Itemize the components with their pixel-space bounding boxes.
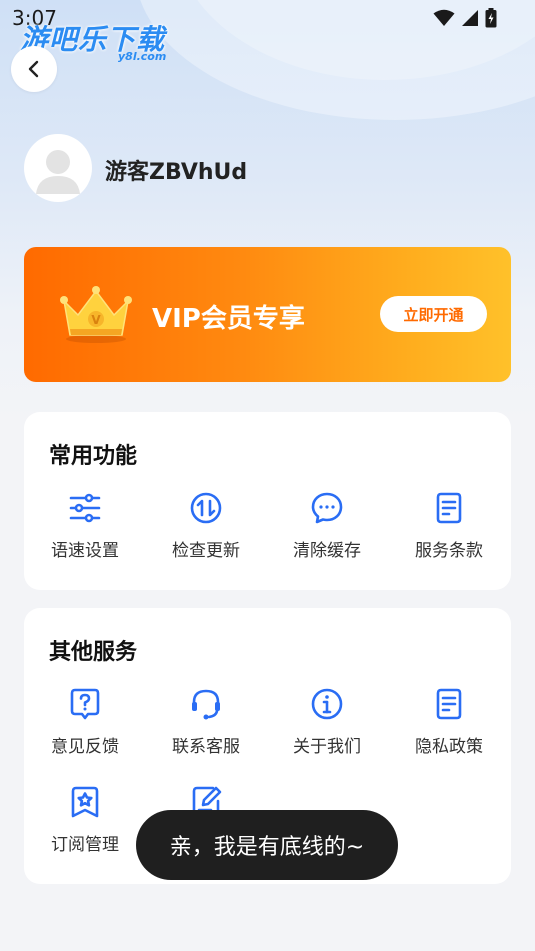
vip-activate-button[interactable]: 立即开通: [380, 296, 487, 332]
avatar[interactable]: [24, 134, 92, 202]
menu-item-feedback[interactable]: 意见反馈: [25, 686, 145, 757]
menu-item-about-us[interactable]: 关于我们: [267, 686, 387, 757]
menu-item-subscription-management[interactable]: 订阅管理: [25, 784, 145, 855]
menu-item-label: 检查更新: [172, 541, 240, 561]
vip-title: VIP会员专享: [152, 304, 305, 334]
svg-text:V: V: [91, 313, 101, 327]
document-icon: [436, 492, 462, 524]
vip-banner[interactable]: V VIP会员专享 立即开通: [24, 247, 511, 382]
menu-item-customer-service[interactable]: 联系客服: [146, 686, 266, 757]
menu-item-label: 关于我们: [293, 737, 361, 757]
section-title: 其他服务: [49, 640, 138, 665]
sliders-icon: [69, 493, 101, 523]
username: 游客ZBVhUd: [105, 160, 248, 185]
menu-item-label: 服务条款: [415, 541, 483, 561]
menu-item-check-update[interactable]: 检查更新: [146, 490, 266, 561]
menu-item-terms-of-service[interactable]: 服务条款: [389, 490, 509, 561]
headset-icon: [192, 689, 220, 720]
status-icons: [433, 8, 497, 28]
battery-icon: [485, 8, 497, 28]
update-arrows-icon: [190, 492, 222, 524]
question-bubble-icon: [70, 688, 100, 720]
menu-item-clear-cache[interactable]: 清除缓存: [267, 490, 387, 561]
menu-item-label: 联系客服: [172, 737, 240, 757]
menu-item-label: 清除缓存: [293, 541, 361, 561]
menu-item-speech-speed[interactable]: 语速设置: [25, 490, 145, 561]
chevron-left-icon: [28, 60, 39, 78]
menu-item-label: 语速设置: [51, 541, 119, 561]
menu-item-label: 订阅管理: [51, 835, 119, 855]
toast-message: 亲，我是有底线的~: [136, 810, 398, 880]
menu-item-label: 意见反馈: [51, 737, 119, 757]
watermark-domain: y8l.com: [118, 50, 167, 63]
signal-icon: [462, 10, 478, 26]
wifi-icon: [433, 9, 455, 26]
info-icon: [311, 688, 343, 720]
common-functions-card: 常用功能 语速设置 检查更新 清除缓存 服务条款: [24, 412, 511, 590]
crown-icon: V: [60, 286, 132, 343]
star-bookmark-icon: [71, 786, 99, 818]
menu-item-privacy-policy[interactable]: 隐私政策: [389, 686, 509, 757]
chat-bubble-icon: [311, 492, 343, 524]
menu-item-label: 隐私政策: [415, 737, 483, 757]
back-button[interactable]: [11, 46, 57, 92]
section-title: 常用功能: [49, 444, 138, 469]
user-silhouette-icon: [28, 138, 88, 198]
document-icon: [436, 688, 462, 720]
